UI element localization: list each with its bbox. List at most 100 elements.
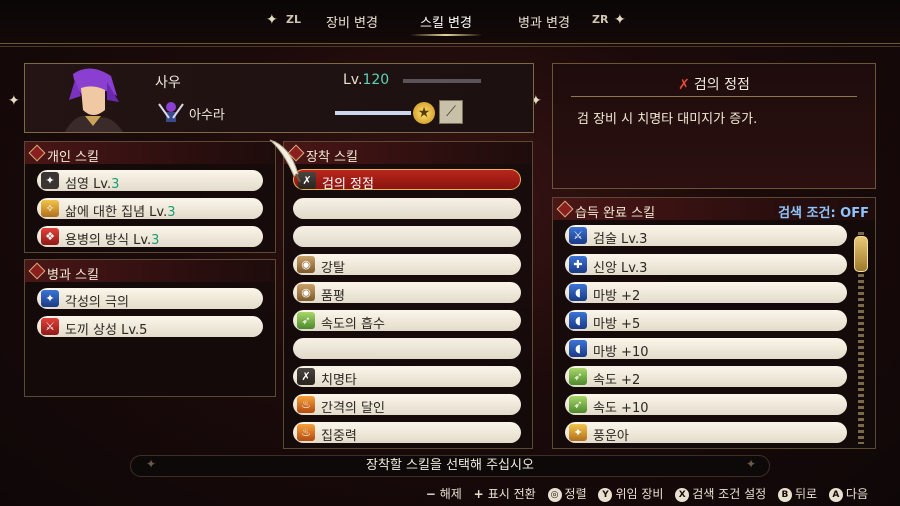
equipped-skill-label: 치명타 [321,373,357,388]
tab-skills[interactable]: 스킬 변경 [410,12,482,36]
skill-icon: ❖ [41,228,59,245]
skill-name: 섬영 [65,177,94,192]
flame-skill-icon: ♨ [297,396,315,413]
hint-next[interactable]: 다음 [846,487,868,501]
learned-skill-row[interactable]: ➶ 속도 +10 [565,394,847,416]
equipped-skill-slot[interactable]: ◉ 강탈 [293,254,521,276]
skill-icon: ✦ [41,290,59,307]
tab-equipment[interactable]: 장비 변경 [326,12,378,31]
b-button-icon: B [777,488,792,502]
skill-level: 3 [111,177,120,192]
personal-skill-row[interactable]: ✧ 삶에 대한 집념 Lv.3 [37,198,263,220]
skill-name: 삶에 대한 집념 [65,205,150,220]
speed-skill-icon: ➶ [569,396,587,413]
class-sprite-icon [157,100,185,126]
sword-skill-icon: ✗ [678,77,690,93]
a-button-icon: A [828,488,843,502]
learned-skill-row[interactable]: ◖ 마방 +10 [565,338,847,360]
tab-class[interactable]: 병과 변경 [518,12,570,31]
skill-icon: ✧ [41,200,59,217]
zl-button-hint[interactable]: ZL [286,13,301,26]
equipped-skill-slot-empty[interactable] [293,198,521,219]
equipped-skill-slot[interactable]: ♨ 집중력 [293,422,521,444]
equipped-skills-title: 장착 스킬 [306,150,358,165]
shield-skill-icon: ◖ [569,312,587,329]
star-icon: ★ [413,102,435,124]
class-skill-label: 각성의 극의 [65,295,129,310]
character-portrait [35,66,145,132]
learned-skills-header: 습득 완료 스킬 검색 조건: OFF [553,198,875,221]
learned-skill-row[interactable]: ✦ 풍운아 [565,422,847,444]
hint-search-settings[interactable]: 검색 조건 설정 [692,487,766,501]
critical-skill-icon: ✗ [297,368,315,385]
skill-level: 3 [167,205,176,220]
search-filter-status[interactable]: 검색 조건: OFF [778,202,869,221]
equipped-skill-slot-empty[interactable] [293,338,521,359]
hint-unequip[interactable]: 해제 [440,487,462,501]
personal-skills-panel: 개인 스킬 ✦ 섬영 Lv.3 ✧ 삶에 대한 집념 Lv.3 ❖ 용병의 방식… [24,141,276,253]
class-skill-row[interactable]: ⚔ 도끼 상성 Lv.5 [37,316,263,338]
top-tab-bar: ✦ ZL 장비 변경 스킬 변경 병과 변경 ZR ✦ [0,0,900,47]
learned-skill-label: 검술 Lv.3 [593,232,648,247]
learned-skill-row[interactable]: ✚ 신앙 Lv.3 [565,254,847,276]
pouch-skill-icon: ◉ [297,284,315,301]
description-title: 검의 정점 [693,77,750,93]
equipped-skill-label: 속도의 흡수 [321,317,385,332]
hint-back[interactable]: 뒤로 [795,487,817,501]
equipped-skill-slot[interactable]: ♨ 간격의 달인 [293,394,521,416]
equipped-skills-panel: 장착 스킬 ✗ 검의 정점 ◉ 강탈 ◉ 품평 ➶ 속도의 흡수 ✗ 치명타 ♨… [283,141,533,449]
pouch-skill-icon: ◉ [297,256,315,273]
equipped-skill-slot[interactable]: ◉ 품평 [293,282,521,304]
learned-skills-panel: 습득 완료 스킬 검색 조건: OFF ⚔ 검술 Lv.3 ✚ 신앙 Lv.3 … [552,197,876,449]
diamond-icon [28,144,46,162]
equipped-skill-slot-empty[interactable] [293,226,521,247]
shield-skill-icon: ◖ [569,340,587,357]
description-text: 검 장비 시 치명타 대미지가 증가. [577,112,758,127]
divider [571,96,857,97]
learned-skill-row[interactable]: ◖ 마방 +5 [565,310,847,332]
class-skills-header: 병과 스킬 [25,260,275,283]
personal-skill-row[interactable]: ❖ 용병의 방식 Lv.3 [37,226,263,248]
equipped-skill-label: 집중력 [321,429,357,444]
flame-skill-icon: ♨ [297,424,315,441]
learned-skills-title: 습득 완료 스킬 [575,206,656,221]
hint-delegate-equip[interactable]: 위임 장비 [615,487,663,501]
minus-button-icon: − [425,487,436,501]
zr-button-hint[interactable]: ZR [592,13,608,26]
skill-description-panel: ✗ 검의 정점 검 장비 시 치명타 대미지가 증가. [552,63,876,189]
personal-skill-row[interactable]: ✦ 섬영 Lv.3 [37,170,263,192]
personal-skills-header: 개인 스킬 [25,142,275,165]
equipped-skill-slot[interactable]: ✗ 치명타 [293,366,521,388]
sparkle-icon: ✦ [746,457,757,471]
equipped-skill-slot[interactable]: ➶ 속도의 흡수 [293,310,521,332]
level-prefix: Lv. [343,72,363,88]
skill-icon: ✚ [569,256,587,273]
character-panel: 사우 Lv.120 아수라 ★ ⟋ [24,63,534,133]
learned-skill-row[interactable]: ◖ 마방 +2 [565,282,847,304]
skill-lv: Lv. [93,177,112,192]
learned-skill-row[interactable]: ➶ 속도 +2 [565,366,847,388]
skill-level: 3 [151,233,160,248]
hint-toggle-display[interactable]: 표시 전환 [488,487,536,501]
scrollbar-thumb[interactable] [854,236,868,272]
x-button-icon: X [675,488,690,502]
equipped-skill-slot-selected[interactable]: ✗ 검의 정점 [293,169,521,192]
stick-button-icon: ◎ [547,488,562,502]
learned-skill-row[interactable]: ⚔ 검술 Lv.3 [565,225,847,247]
skill-lv: Lv. [149,205,168,220]
skill-lv: Lv. [133,233,152,248]
hint-sort[interactable]: 정렬 [565,487,587,501]
plus-button-icon: + [473,487,484,501]
sparkle-left-icon: ✦ [266,12,278,28]
equipped-skill-label: 품평 [321,289,345,304]
description-title-row: ✗ 검의 정점 [553,74,875,94]
skill-icon: ⚔ [569,227,587,244]
sparkle-icon: ✦ [146,457,157,471]
class-skill-row[interactable]: ✦ 각성의 극의 [37,288,263,310]
skill-icon: ✦ [569,424,587,441]
character-name: 사우 [155,75,181,91]
speed-skill-icon: ➶ [569,368,587,385]
button-hints: − 해제 + 표시 전환 ◎ 정렬 Y 위임 장비 X 검색 조건 설정 B 뒤로 A 다음 [418,485,868,502]
learned-skill-label: 마방 +10 [593,345,649,360]
sparkle-l-icon: ✦ [8,93,20,109]
